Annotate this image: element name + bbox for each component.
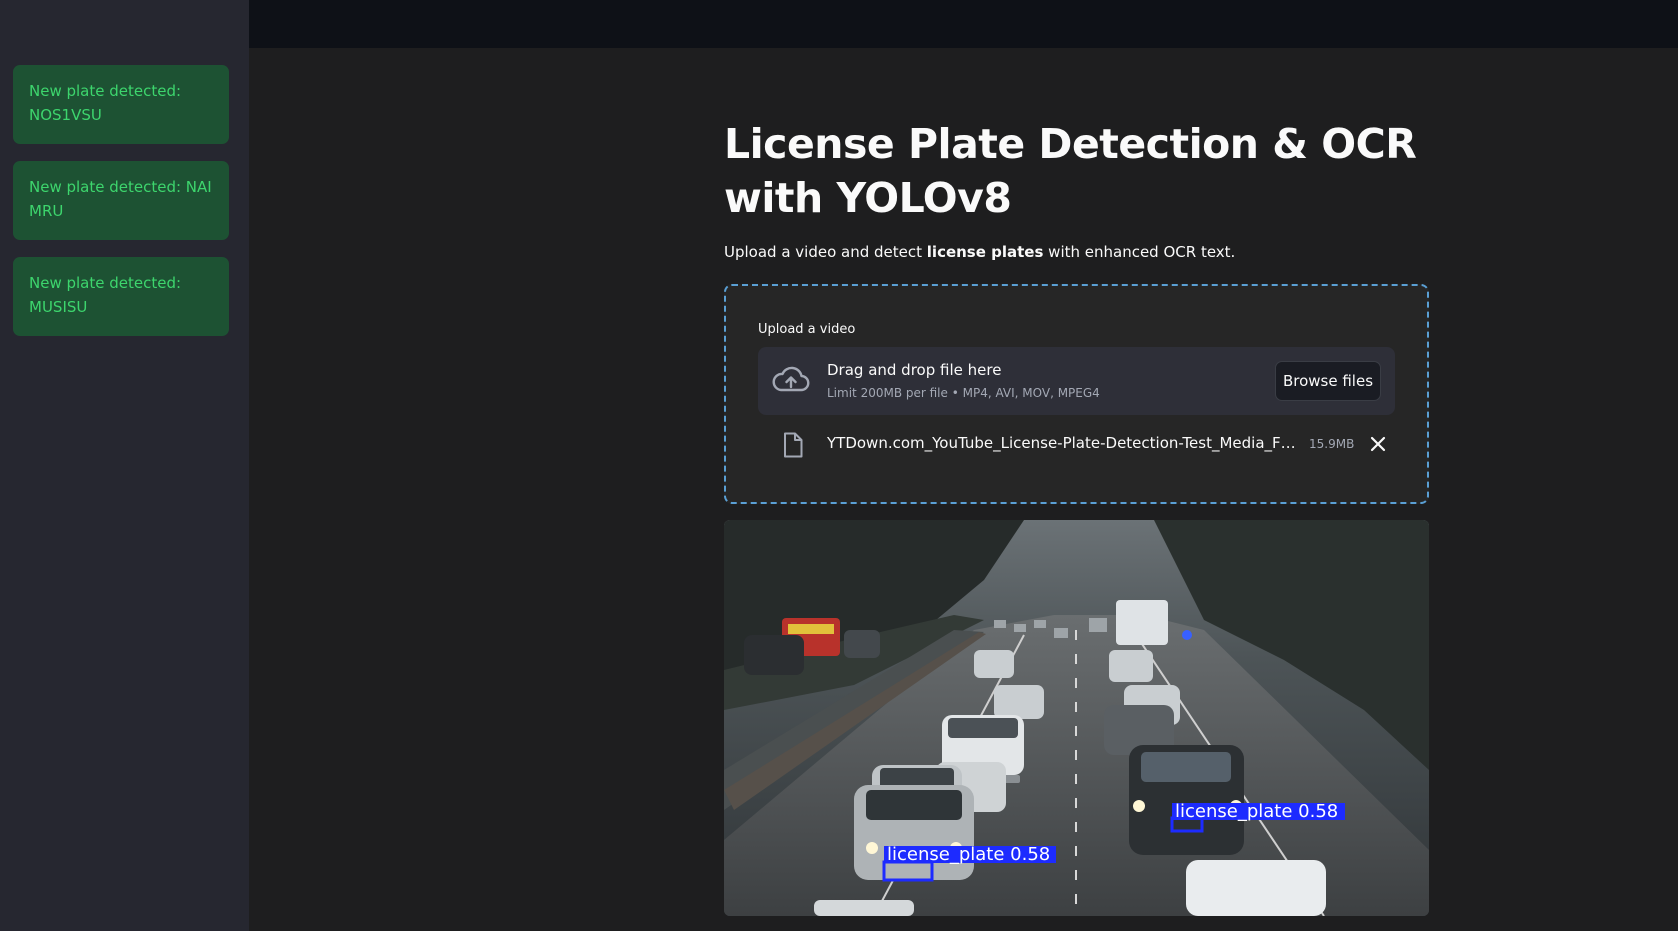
file-name: YTDown.com_YouTube_License-Plate-Detecti… <box>827 434 1297 452</box>
page-subtitle: Upload a video and detect license plates… <box>724 243 1235 261</box>
video-frame: license_plate 0.58 license_plate 0.58 <box>724 520 1429 916</box>
subtitle-bold-text: license plates <box>926 243 1044 261</box>
alert-text: New plate detected: NOS1VSU <box>29 82 182 124</box>
file-size: 15.9MB <box>1309 437 1355 451</box>
dropzone[interactable]: Drag and drop file here Limit 200MB per … <box>758 347 1395 415</box>
alert-text: New plate detected: NAI MRU <box>29 178 212 220</box>
cloud-upload-icon <box>772 366 810 392</box>
detection-label: license_plate 0.58 <box>1175 801 1338 822</box>
uploader-label: Upload a video <box>758 322 856 337</box>
video-player[interactable]: license_plate 0.58 license_plate 0.58 <box>724 520 1429 916</box>
file-icon <box>784 432 803 458</box>
dropzone-limit: Limit 200MB per file • MP4, AVI, MOV, MP… <box>827 386 1100 400</box>
subtitle-text-end: with enhanced OCR text. <box>1043 243 1236 261</box>
uploaded-file: YTDown.com_YouTube_License-Plate-Detecti… <box>758 426 1395 464</box>
success-alert: New plate detected: NOS1VSU <box>13 65 229 144</box>
browse-files-button[interactable]: Browse files <box>1275 361 1381 401</box>
success-alert: New plate detected: MUSISU <box>13 257 229 336</box>
close-icon[interactable] <box>1366 432 1390 456</box>
file-uploader: Upload a video Drag and drop file here L… <box>724 284 1429 504</box>
alert-text: New plate detected: MUSISU <box>29 274 182 316</box>
success-alert: New plate detected: NAI MRU <box>13 161 229 240</box>
dropzone-instructions: Drag and drop file here <box>827 361 1002 379</box>
top-header-bar <box>249 0 1678 48</box>
page-title: License Plate Detection & OCR with YOLOv… <box>724 120 1417 222</box>
sidebar: New plate detected: NOS1VSU New plate de… <box>0 0 249 931</box>
subtitle-text: Upload a video and detect <box>724 243 927 261</box>
detection-label: license_plate 0.58 <box>887 844 1050 865</box>
